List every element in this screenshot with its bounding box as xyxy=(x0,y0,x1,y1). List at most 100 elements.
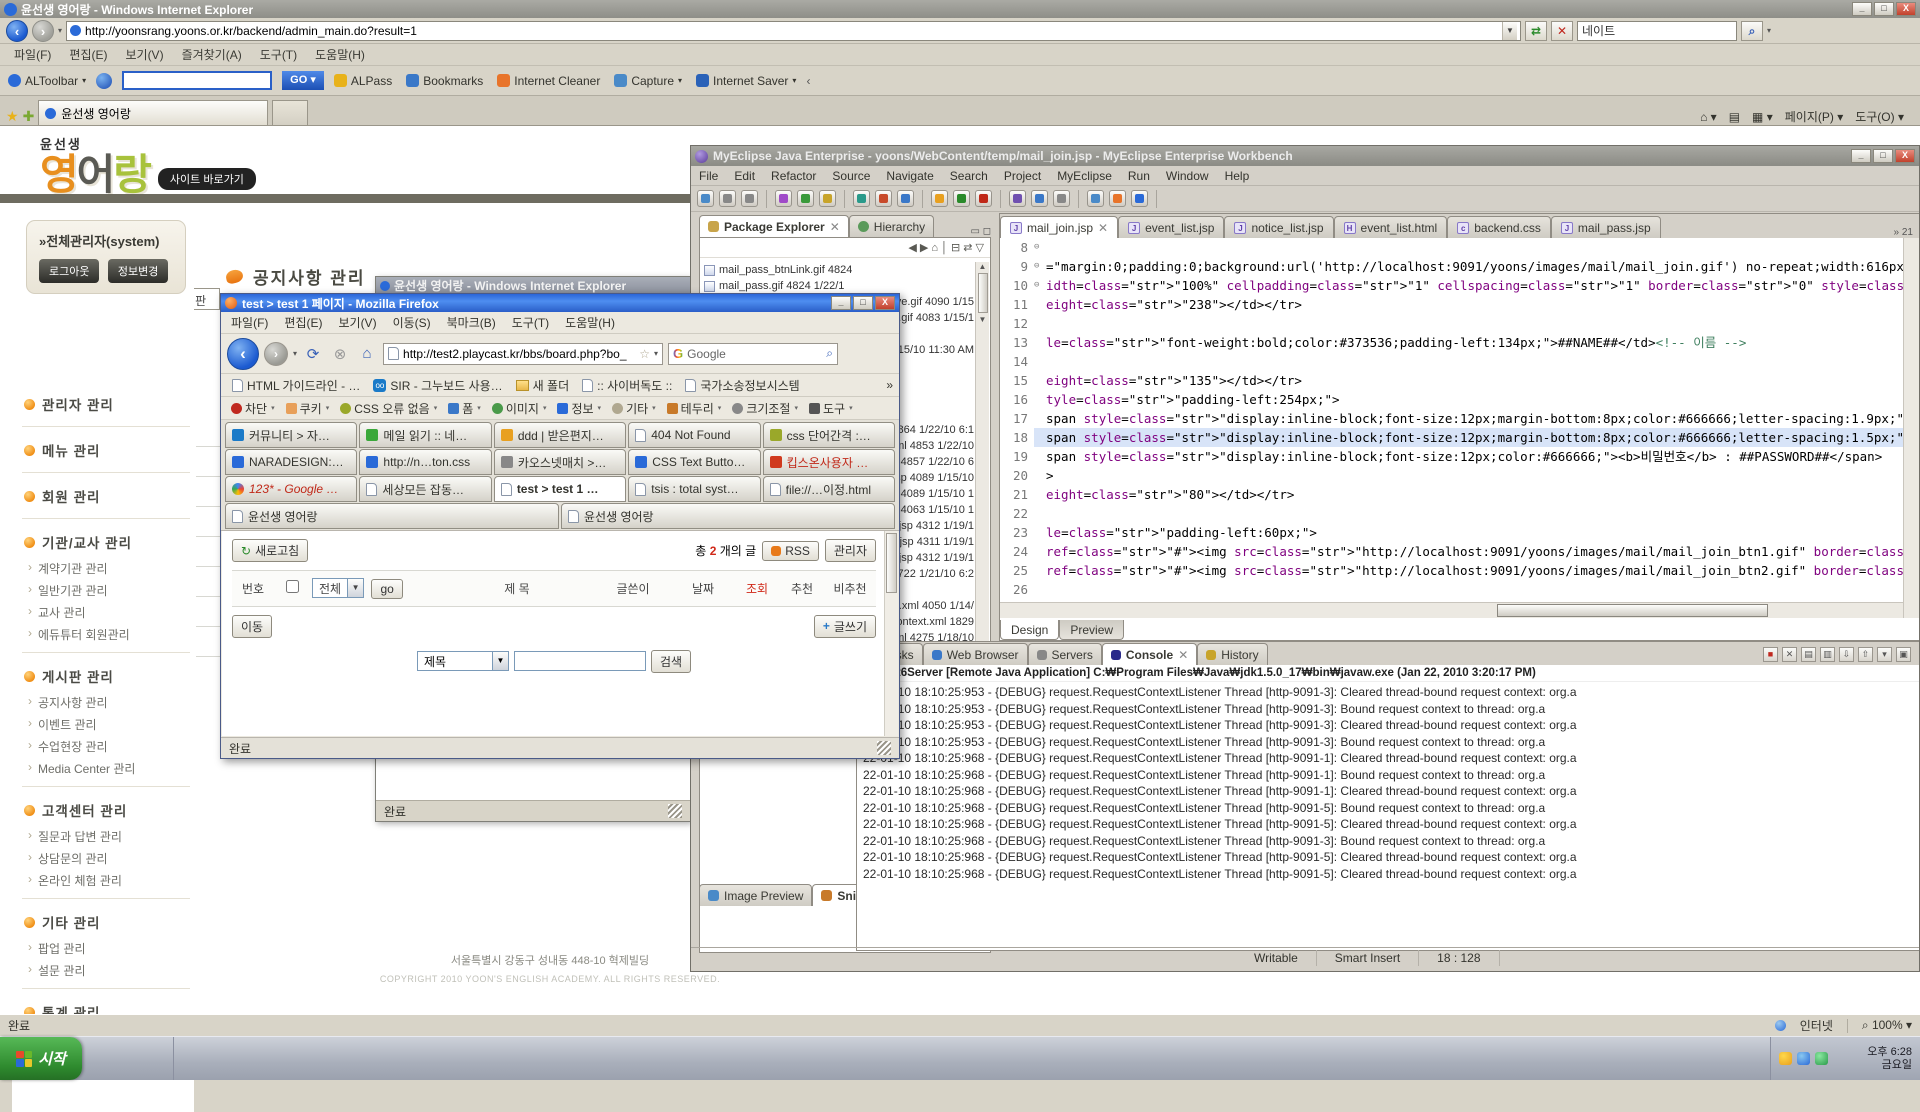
tab-preview[interactable]: Preview xyxy=(1059,620,1124,640)
tray-icon-1[interactable] xyxy=(1779,1052,1792,1065)
browser-tab[interactable]: ddd | 받은편지… xyxy=(494,422,626,448)
url-dropdown-icon[interactable]: ▾ xyxy=(654,349,658,358)
menu-item[interactable]: Source xyxy=(832,169,870,183)
sidebar-subitem[interactable]: 이벤트 관리 xyxy=(22,713,190,735)
console-tab-history[interactable]: History xyxy=(1197,643,1267,665)
rss-button[interactable]: RSS xyxy=(762,541,819,561)
browser-tab[interactable]: 카오스넷매치 >… xyxy=(494,449,626,475)
sidebar-subitem[interactable]: 설문 관리 xyxy=(22,959,190,981)
zoom-level[interactable]: ⌕ 100% ▾ xyxy=(1862,1018,1912,1033)
webdev-item[interactable]: 테두리 xyxy=(663,400,726,417)
editor-tab-notice_list.jsp[interactable]: Jnotice_list.jsp xyxy=(1224,216,1333,238)
webdev-item[interactable]: 도구 xyxy=(805,400,857,417)
search-field-select[interactable]: 제목▼ xyxy=(417,651,509,671)
address-field[interactable]: http://yoonsrang.yoons.or.kr/backend/adm… xyxy=(66,21,1521,41)
browser-tab[interactable]: 윤선생 영어랑 xyxy=(561,503,895,529)
minimize-button[interactable]: _ xyxy=(831,296,851,310)
console-toolbar-icon-5[interactable]: ⇧ xyxy=(1858,647,1873,662)
toolbar-icon-7[interactable] xyxy=(875,190,892,207)
write-button[interactable]: + 글쓰기 xyxy=(814,615,876,638)
bookmark-item[interactable]: :: 사이버독도 :: xyxy=(577,377,677,394)
search-options-icon[interactable]: ▾ xyxy=(1767,26,1771,35)
sidebar-subitem[interactable]: 질문과 답변 관리 xyxy=(22,825,190,847)
menu-item[interactable]: 파일(F) xyxy=(14,46,51,63)
webdev-item[interactable]: 이미지 xyxy=(488,400,551,417)
browser-tab[interactable]: CSS Text Butto… xyxy=(628,449,760,475)
web-search-field[interactable]: G Google ⌕ xyxy=(668,343,838,365)
menu-item[interactable]: Project xyxy=(1004,169,1041,183)
fold-marker[interactable]: ⊖ xyxy=(1034,238,1046,257)
menu-item[interactable]: 도움말(H) xyxy=(565,314,615,331)
firefox-titlebar[interactable]: test > test 1 페이지 - Mozilla Firefox _ □ … xyxy=(221,294,899,312)
code-line-18[interactable]: 18span style=class="str">"display:inline… xyxy=(1000,428,1903,447)
sidebar-subitem[interactable]: 상담문의 관리 xyxy=(22,847,190,869)
forward-button[interactable]: › xyxy=(32,20,54,42)
webdev-item[interactable]: 기타 xyxy=(608,400,660,417)
code-line-9[interactable]: 9⊖="margin:0;padding:0;background:url('h… xyxy=(1000,257,1903,276)
minimize-button[interactable]: _ xyxy=(1852,2,1872,16)
webdev-item[interactable]: CSS 오류 없음 xyxy=(336,400,441,417)
menu-item[interactable]: 북마크(B) xyxy=(447,314,496,331)
sidebar-subitem[interactable]: 에듀튜터 회원관리 xyxy=(22,623,190,645)
sidebar-item-1[interactable]: 메뉴 관리 xyxy=(22,434,190,465)
toolbar-icon-11[interactable] xyxy=(975,190,992,207)
maximize-button[interactable]: □ xyxy=(1874,2,1894,16)
code-line-21[interactable]: 21eight=class="str">"80"></td></tr> xyxy=(1000,485,1903,504)
toolbar-icon-12[interactable] xyxy=(1009,190,1026,207)
content-scrollbar[interactable] xyxy=(884,531,898,736)
editor-horizontal-scrollbar[interactable] xyxy=(1000,602,1903,618)
console-toolbar-icon-3[interactable]: ▥ xyxy=(1820,647,1835,662)
editor-tab-backend.css[interactable]: cbackend.css xyxy=(1447,216,1551,238)
tray-icon-3[interactable] xyxy=(1815,1052,1828,1065)
print-icon[interactable]: ▦ ▾ xyxy=(1752,110,1773,124)
toolbar-icon-1[interactable] xyxy=(719,190,736,207)
editor-tab-mail_pass.jsp[interactable]: Jmail_pass.jsp xyxy=(1551,216,1661,238)
toolbar-icon-15[interactable] xyxy=(1087,190,1104,207)
console-toolbar-icon-0[interactable]: ■ xyxy=(1763,647,1778,662)
forward-button[interactable]: › xyxy=(264,342,288,366)
sidebar-item-2[interactable]: 회원 관리 xyxy=(22,480,190,511)
favorites-star-icon[interactable]: ★ xyxy=(6,108,19,125)
category-select[interactable]: 전체▼ xyxy=(312,578,364,598)
code-line-23[interactable]: 23le=class="str">"padding-left:60px;"> xyxy=(1000,523,1903,542)
code-line-11[interactable]: 11eight=class="str">"238"></td></tr> xyxy=(1000,295,1903,314)
webdev-item[interactable]: 차단 xyxy=(227,400,279,417)
altoolbar-brand[interactable]: ALToolbar▾ xyxy=(8,74,86,88)
editor-vertical-scrollbar[interactable] xyxy=(1903,238,1919,618)
altoolbar-search-input[interactable] xyxy=(122,71,272,90)
toolbar-icon-2[interactable] xyxy=(741,190,758,207)
new-tab-stub[interactable] xyxy=(272,100,308,125)
tray-clock[interactable]: 오후 6:28 금요일 xyxy=(1867,1046,1912,1072)
back-button[interactable]: ‹ xyxy=(6,20,28,42)
editor-tab-event_list.jsp[interactable]: Jevent_list.jsp xyxy=(1118,216,1224,238)
board-search-button[interactable]: 검색 xyxy=(651,650,691,673)
code-line-15[interactable]: 15eight=class="str">"135"></td></tr> xyxy=(1000,371,1903,390)
close-button[interactable]: X xyxy=(875,296,895,310)
menu-item[interactable]: 편집(E) xyxy=(284,314,322,331)
close-button[interactable]: X xyxy=(1896,2,1916,16)
menu-item[interactable]: 도움말(H) xyxy=(315,46,365,63)
code-line-24[interactable]: 24ref=class="str">"#"><img src=class="st… xyxy=(1000,542,1903,561)
search-magnifier-icon[interactable]: ⌕ xyxy=(826,346,833,361)
editor-tab-mail_join.jsp[interactable]: Jmail_join.jsp✕ xyxy=(1000,216,1118,238)
browser-tab[interactable]: 메일 읽기 :: 네… xyxy=(359,422,491,448)
browser-tab[interactable]: test > test 1 … xyxy=(494,476,626,502)
browser-tab[interactable]: 킵스온사용자 … xyxy=(763,449,895,475)
page-menu[interactable]: 페이지(P) ▾ xyxy=(1785,108,1843,125)
s-logo-icon[interactable] xyxy=(96,73,112,89)
toolbar-icon-5[interactable] xyxy=(819,190,836,207)
overflow-chevron-icon[interactable]: » xyxy=(886,378,893,392)
stop-button[interactable]: ✕ xyxy=(1551,21,1573,41)
toolbar-icon-6[interactable] xyxy=(853,190,870,207)
menu-item[interactable]: Navigate xyxy=(886,169,933,183)
resize-grip[interactable] xyxy=(877,741,891,755)
toolbar-icon-9[interactable] xyxy=(931,190,948,207)
altoolbar-item[interactable]: Internet Saver▾ xyxy=(696,74,796,88)
console-toolbar-icon-6[interactable]: ▾ xyxy=(1877,647,1892,662)
bookmark-item[interactable]: ooSIR - 그누보드 사용… xyxy=(368,377,507,394)
toolbar-icon-16[interactable] xyxy=(1109,190,1126,207)
menu-item[interactable]: 도구(T) xyxy=(512,314,549,331)
feeds-icon[interactable]: ▤ xyxy=(1729,110,1740,124)
altoolbar-item[interactable]: Bookmarks xyxy=(406,74,483,88)
sidebar-subitem[interactable]: Media Center 관리 xyxy=(22,757,190,779)
